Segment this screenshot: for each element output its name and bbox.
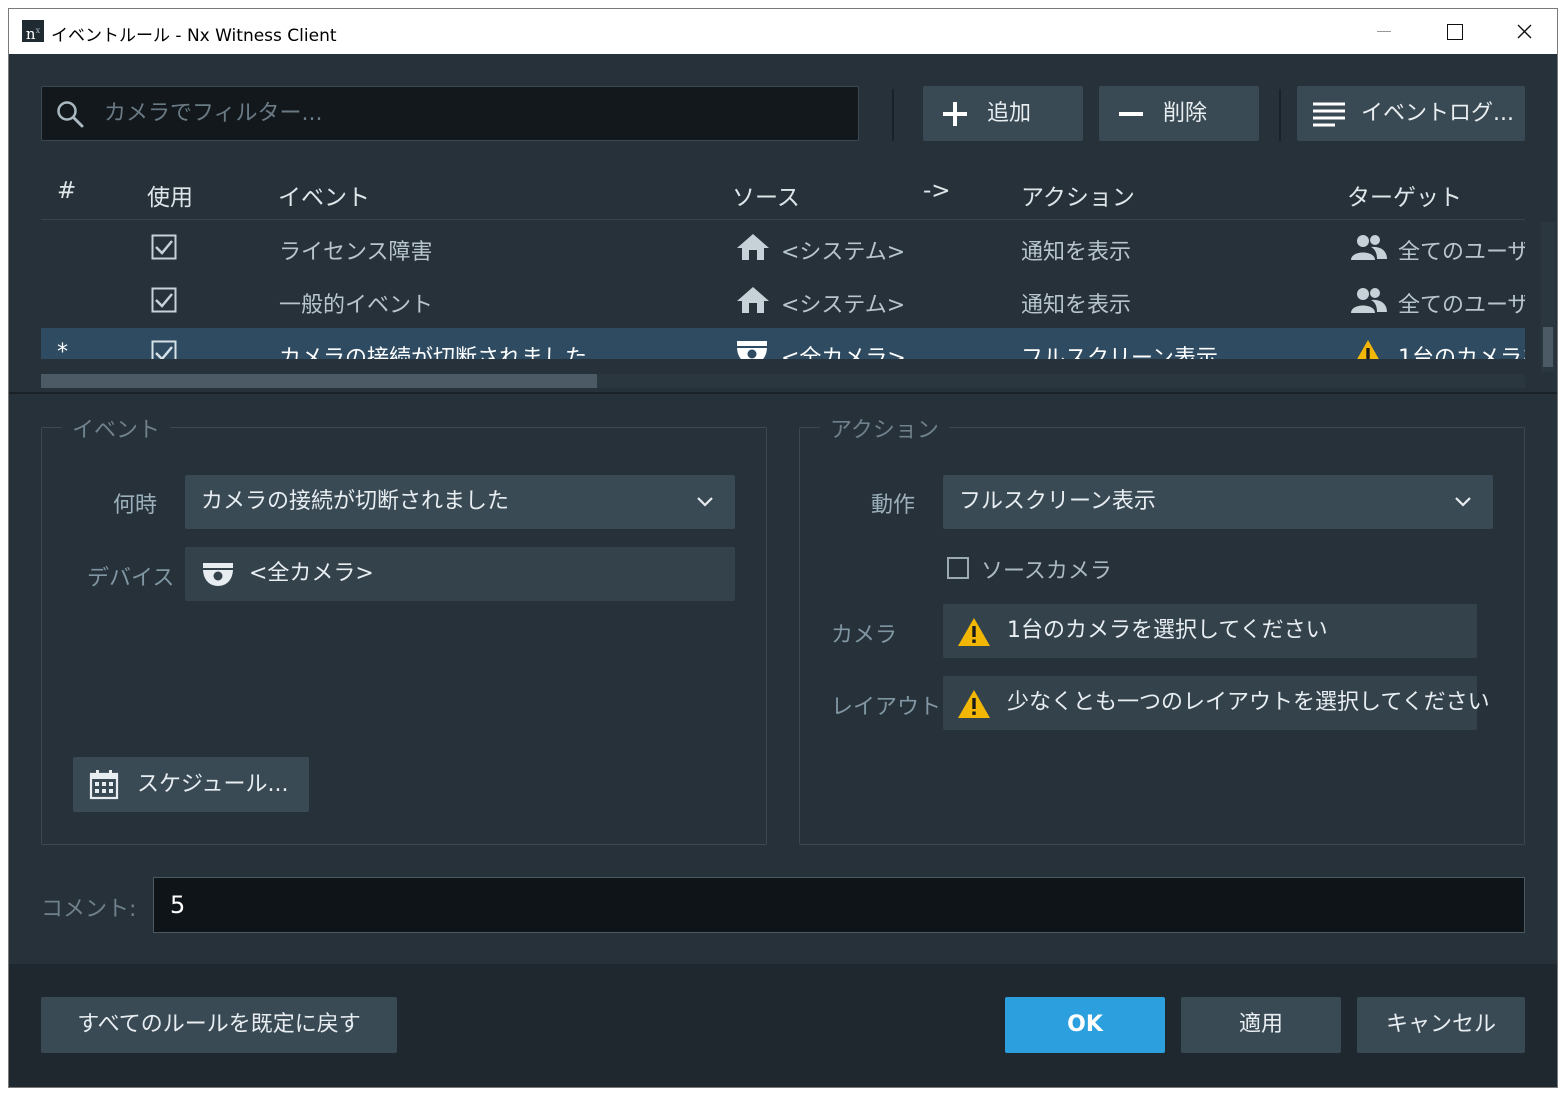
- camera-value: 1台のカメラを選択してください: [1007, 618, 1328, 643]
- target-cell: 全てのユーザー: [1398, 293, 1525, 318]
- warning-icon: [1357, 340, 1379, 359]
- column-header-action[interactable]: アクション: [1021, 178, 1135, 212]
- plus-icon: [943, 102, 967, 126]
- search-icon: [57, 101, 84, 128]
- action-group-title: アクション: [820, 412, 949, 444]
- close-icon: [1517, 24, 1532, 39]
- column-header-event[interactable]: イベント: [278, 178, 370, 212]
- camera-icon: [737, 341, 767, 359]
- checkbox-box[interactable]: [947, 557, 969, 579]
- enabled-checkbox[interactable]: [151, 234, 177, 260]
- window-title: イベントルール - Nx Witness Client: [51, 26, 337, 46]
- list-icon: [1313, 102, 1345, 127]
- delete-button[interactable]: 削除: [1099, 86, 1259, 141]
- reset-all-rules-button[interactable]: すべてのルールを既定に戻す: [41, 997, 397, 1053]
- target-cell: 1台のカメラを: [1398, 346, 1525, 359]
- apply-button[interactable]: 適用: [1181, 997, 1341, 1053]
- title-bar[interactable]: nx イベントルール - Nx Witness Client: [9, 9, 1557, 54]
- source-cell: <システム>: [781, 293, 906, 318]
- camera-label: カメラ: [831, 623, 898, 648]
- event-cell: ライセンス障害: [279, 240, 433, 265]
- minimize-button[interactable]: [1349, 9, 1419, 54]
- device-value: <全カメラ>: [249, 561, 374, 586]
- header-divider: [41, 219, 1525, 220]
- event-cell: 一般的イベント: [279, 293, 434, 318]
- layout-selector[interactable]: 少なくとも一つのレイアウトを選択してください: [943, 676, 1490, 730]
- device-selector[interactable]: <全カメラ>: [185, 547, 735, 601]
- comment-label: コメント:: [41, 897, 137, 922]
- source-cell: <全カメラ>: [781, 346, 906, 359]
- column-header-arrow[interactable]: ->: [923, 178, 951, 204]
- vertical-scroll-thumb[interactable]: [1543, 327, 1553, 367]
- event-log-button[interactable]: イベントログ...: [1297, 86, 1525, 141]
- rules-table-header: # 使用 イベント ソース -> アクション ターゲット: [41, 164, 1525, 220]
- add-button[interactable]: 追加: [923, 86, 1083, 141]
- app-logo-icon: nx: [22, 20, 44, 43]
- target-cell: 全てのユーザー: [1398, 240, 1525, 265]
- table-horizontal-scrollbar[interactable]: [41, 374, 1525, 388]
- maximize-button[interactable]: [1419, 9, 1489, 54]
- modified-marker: *: [57, 340, 68, 359]
- device-label: デバイス: [87, 566, 175, 591]
- camera-filter-box[interactable]: [41, 86, 859, 141]
- horizontal-scroll-thumb[interactable]: [41, 374, 597, 388]
- toolbar-separator: [1279, 89, 1281, 141]
- schedule-button[interactable]: スケジュール...: [73, 757, 309, 812]
- ok-button[interactable]: OK: [1005, 997, 1165, 1053]
- event-rules-window: nx イベントルール - Nx Witness Client 追加 削除 イベン…: [8, 8, 1558, 1088]
- source-cell: <システム>: [781, 240, 906, 265]
- users-icon: [1351, 288, 1387, 313]
- enabled-checkbox[interactable]: [151, 287, 177, 313]
- layout-label: レイアウト: [831, 695, 942, 720]
- when-label: 何時: [113, 493, 158, 518]
- cancel-button[interactable]: キャンセル: [1357, 997, 1525, 1053]
- event-type-dropdown[interactable]: カメラの接続が切断されました: [185, 475, 735, 529]
- camera-selector[interactable]: 1台のカメラを選択してください: [943, 604, 1477, 658]
- panel-splitter[interactable]: [9, 392, 1557, 394]
- event-cell: カメラの接続が切断されました: [279, 346, 588, 359]
- action-cell: 通知を表示: [1021, 293, 1132, 318]
- column-header-number[interactable]: #: [57, 178, 76, 204]
- column-header-source[interactable]: ソース: [732, 178, 800, 212]
- close-button[interactable]: [1489, 9, 1557, 54]
- warning-icon: [958, 690, 990, 718]
- chevron-down-icon: [697, 497, 713, 507]
- home-icon: [737, 234, 769, 260]
- minus-icon: [1119, 112, 1143, 116]
- toolbar-separator: [892, 89, 894, 141]
- comment-input[interactable]: [153, 877, 1525, 933]
- action-type-value: フルスクリーン表示: [959, 489, 1156, 514]
- enabled-checkbox[interactable]: [151, 340, 177, 359]
- action-cell: 通知を表示: [1021, 240, 1132, 265]
- event-type-value: カメラの接続が切断されました: [201, 489, 510, 514]
- calendar-icon: [89, 770, 119, 800]
- layout-value: 少なくとも一つのレイアウトを選択してください: [1007, 690, 1490, 715]
- action-type-dropdown[interactable]: フルスクリーン表示: [943, 475, 1493, 529]
- column-header-target[interactable]: ターゲット: [1347, 178, 1462, 212]
- table-row-selected[interactable]: * カメラの接続が切断されました <全カメラ> フルスクリーン表示 1台のカメラ…: [41, 328, 1525, 359]
- home-icon: [737, 287, 769, 313]
- camera-filter-input[interactable]: [104, 87, 844, 140]
- source-camera-checkbox[interactable]: ソースカメラ: [947, 553, 1187, 584]
- action-cell: フルスクリーン表示: [1021, 346, 1218, 359]
- chevron-down-icon: [1455, 497, 1471, 507]
- event-group-title: イベント: [62, 412, 171, 444]
- warning-icon: [958, 618, 990, 646]
- table-row[interactable]: 一般的イベント <システム> 通知を表示 全てのユーザー: [41, 275, 1525, 328]
- column-header-enabled[interactable]: 使用: [147, 178, 193, 212]
- camera-icon: [203, 563, 233, 586]
- action-label: 動作: [871, 493, 916, 518]
- users-icon: [1351, 235, 1387, 260]
- table-vertical-scrollbar[interactable]: [1541, 222, 1555, 372]
- table-row[interactable]: ライセンス障害 <システム> 通知を表示 全てのユーザー: [41, 222, 1525, 275]
- rules-table-body: ライセンス障害 <システム> 通知を表示 全てのユーザー 一般的イベント <シス…: [41, 222, 1525, 359]
